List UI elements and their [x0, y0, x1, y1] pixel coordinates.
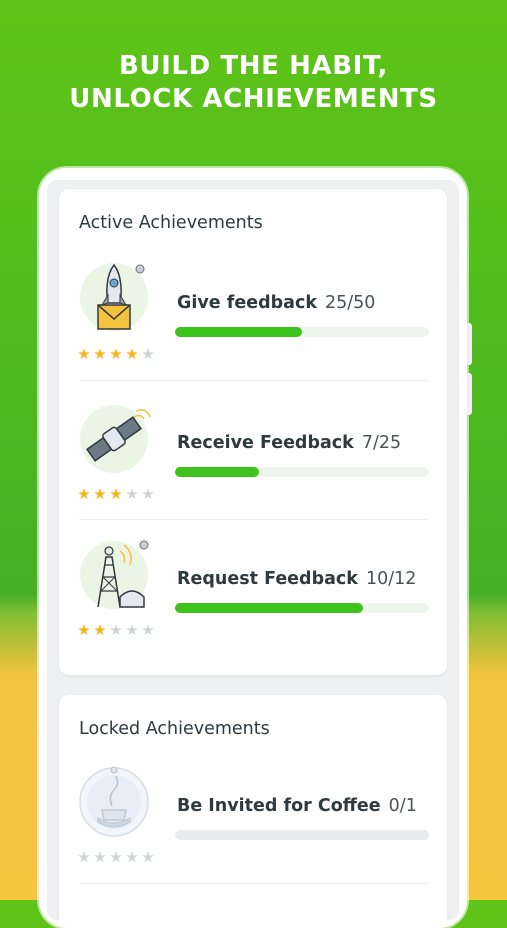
- divider: [79, 380, 427, 381]
- star-filled-icon: ★: [77, 621, 91, 639]
- star-empty-icon: ★: [109, 621, 123, 639]
- achievement-count: 10/12: [365, 569, 417, 589]
- achievement-title: Request Feedback: [177, 569, 358, 589]
- achievement-item-request-feedback[interactable]: ★ ★ ★ ★ ★ Request Feedback 10/12: [59, 535, 447, 675]
- achievement-count: 25/50: [324, 293, 376, 313]
- star-filled-icon: ★: [77, 345, 91, 363]
- star-filled-icon: ★: [93, 345, 107, 363]
- star-filled-icon: ★: [125, 345, 139, 363]
- star-empty-icon: ★: [125, 848, 139, 866]
- coffee-cup-icon: [76, 762, 160, 846]
- progress-fill: [175, 467, 259, 477]
- rocket-envelope-icon: [76, 259, 160, 343]
- achievement-item-give-feedback[interactable]: ★ ★ ★ ★ ★ Give feedback 25/50: [59, 259, 447, 399]
- achievement-label: Give feedback 25/50: [177, 293, 375, 313]
- radio-tower-icon: [76, 535, 160, 619]
- progress-fill: [175, 327, 302, 337]
- star-empty-icon: ★: [109, 848, 123, 866]
- achievement-count: 7/25: [361, 433, 402, 453]
- achievement-label: Receive Feedback 7/25: [177, 433, 401, 453]
- volume-down-button: [467, 373, 472, 415]
- achievement-item-be-invited-for-coffee[interactable]: ★ ★ ★ ★ ★ Be Invited for Coffee 0/1: [59, 762, 447, 902]
- star-filled-icon: ★: [93, 485, 107, 503]
- achievement-count: 0/1: [388, 796, 417, 816]
- divider: [79, 519, 427, 520]
- phone-screen[interactable]: Active Achievements ★ ★ ★ ★ ★ Give feedb…: [47, 180, 459, 920]
- locked-achievements-card: Locked Achievements ★ ★ ★ ★ ★ Be Invited for…: [59, 695, 447, 920]
- progress-bar: [175, 327, 429, 337]
- star-empty-icon: ★: [77, 848, 91, 866]
- star-filled-icon: ★: [93, 621, 107, 639]
- star-empty-icon: ★: [125, 621, 139, 639]
- achievement-label: Request Feedback 10/12: [177, 569, 416, 589]
- star-filled-icon: ★: [109, 485, 123, 503]
- star-rating: ★ ★ ★ ★ ★: [76, 623, 156, 638]
- active-achievements-card: Active Achievements ★ ★ ★ ★ ★ Give feedb…: [59, 189, 447, 675]
- star-filled-icon: ★: [77, 485, 91, 503]
- star-empty-icon: ★: [125, 485, 139, 503]
- headline-line-1: BUILD THE HABIT,: [119, 51, 388, 81]
- divider: [79, 883, 427, 884]
- satellite-icon: [76, 399, 160, 483]
- star-rating: ★ ★ ★ ★ ★: [76, 850, 156, 865]
- achievement-label: Be Invited for Coffee 0/1: [177, 796, 417, 816]
- star-rating: ★ ★ ★ ★ ★: [76, 347, 156, 362]
- star-empty-icon: ★: [141, 485, 155, 503]
- progress-bar: [175, 603, 429, 613]
- star-empty-icon: ★: [141, 621, 155, 639]
- achievement-item-receive-feedback[interactable]: ★ ★ ★ ★ ★ Receive Feedback 7/25: [59, 399, 447, 539]
- achievement-title: Give feedback: [177, 293, 317, 313]
- headline-line-2: UNLOCK ACHIEVEMENTS: [69, 84, 438, 114]
- progress-fill: [175, 603, 363, 613]
- volume-up-button: [467, 323, 472, 365]
- star-empty-icon: ★: [141, 345, 155, 363]
- achievement-title: Receive Feedback: [177, 433, 354, 453]
- star-empty-icon: ★: [141, 848, 155, 866]
- achievement-title: Be Invited for Coffee: [177, 796, 381, 816]
- phone-frame: Active Achievements ★ ★ ★ ★ ★ Give feedb…: [39, 168, 472, 928]
- star-rating: ★ ★ ★ ★ ★: [76, 487, 156, 502]
- star-filled-icon: ★: [109, 345, 123, 363]
- headline: BUILD THE HABIT, UNLOCK ACHIEVEMENTS: [0, 50, 507, 116]
- locked-achievements-title: Locked Achievements: [79, 719, 270, 739]
- active-achievements-title: Active Achievements: [79, 213, 263, 233]
- star-empty-icon: ★: [93, 848, 107, 866]
- progress-bar: [175, 830, 429, 840]
- progress-bar: [175, 467, 429, 477]
